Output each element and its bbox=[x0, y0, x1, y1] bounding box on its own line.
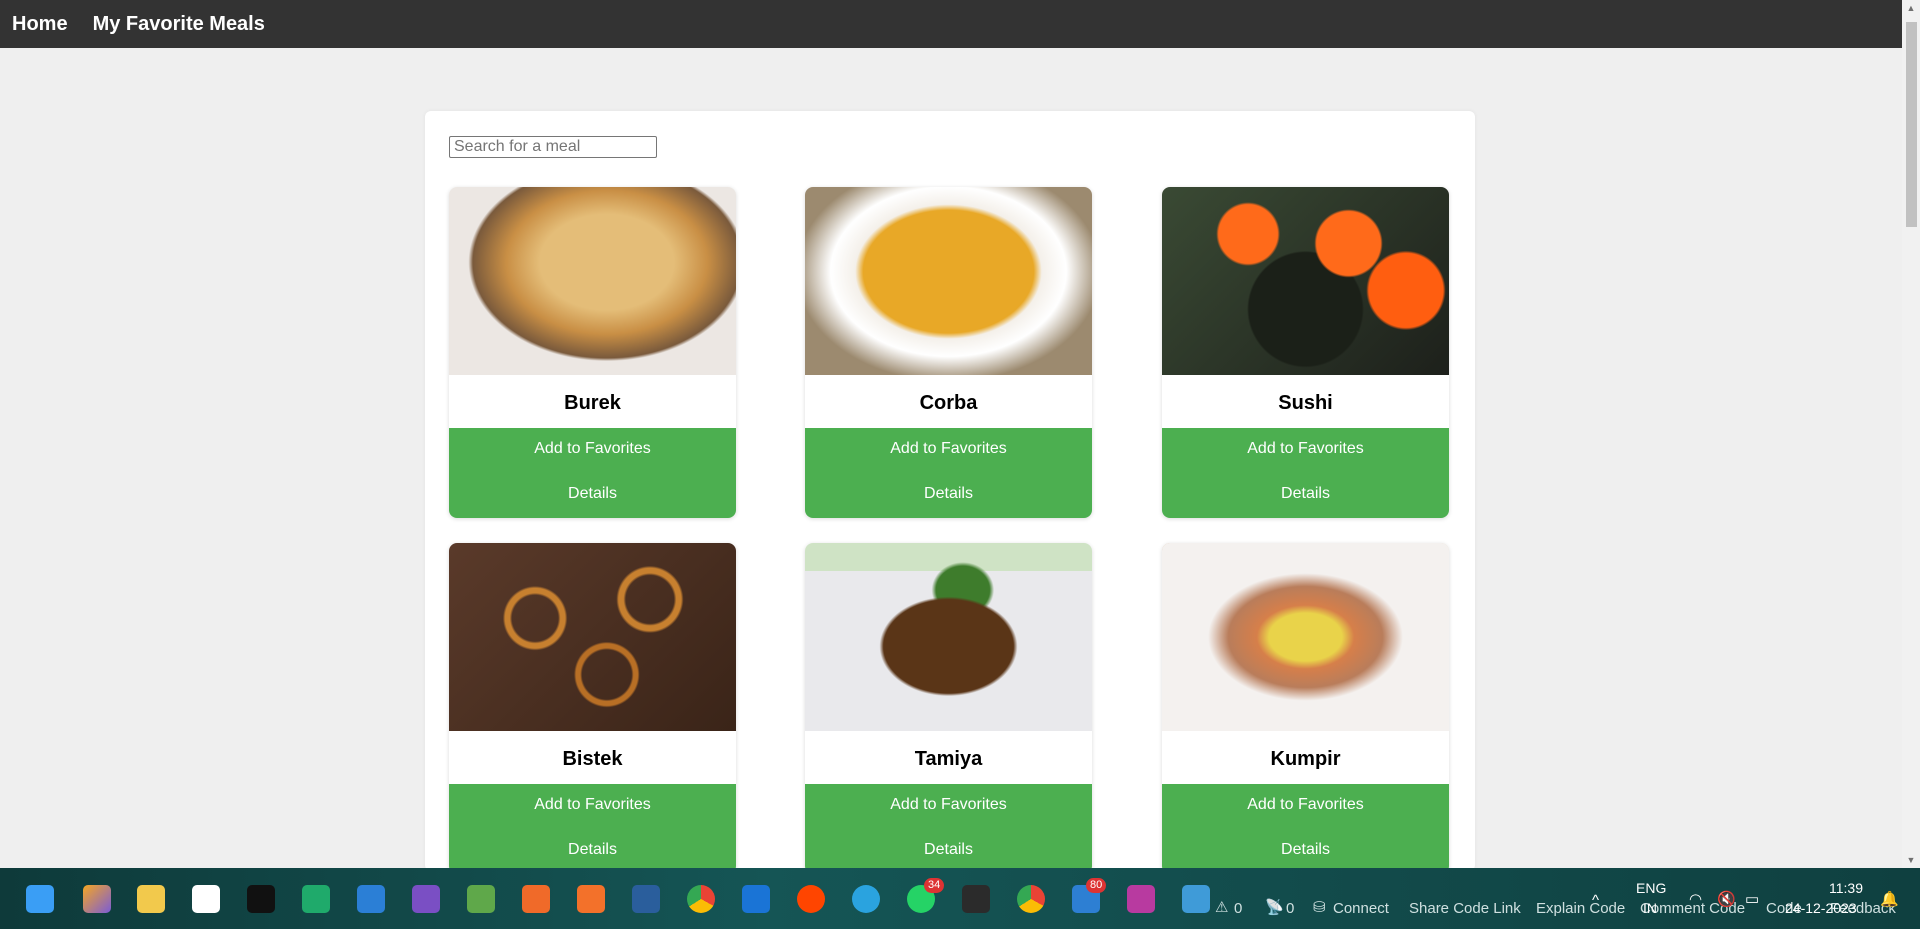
meal-image bbox=[805, 543, 1092, 731]
meal-title: Corba bbox=[919, 392, 978, 414]
microsoft-store-icon[interactable] bbox=[192, 885, 220, 913]
meal-card: Corba Add to Favorites Details bbox=[805, 187, 1092, 518]
outlook-icon[interactable] bbox=[742, 885, 770, 913]
vscode-insiders-icon[interactable] bbox=[302, 885, 330, 913]
windows-start-icon[interactable] bbox=[26, 885, 54, 913]
database-icon: ⛁ bbox=[1313, 899, 1326, 916]
os-taskbar: 34 80 ⚠ 0 📡 0 ⛁ Connect Share Code Link … bbox=[0, 868, 1920, 929]
add-to-favorites-button[interactable]: Add to Favorites bbox=[1162, 428, 1449, 473]
meal-image bbox=[449, 543, 736, 731]
page-scrollbar[interactable]: ▲ ▼ bbox=[1902, 0, 1920, 868]
intellij-icon[interactable] bbox=[247, 885, 275, 913]
meal-card: Bistek Add to Favorites Details bbox=[449, 543, 736, 874]
nav-home-link[interactable]: Home bbox=[12, 13, 68, 36]
wps-office-icon[interactable] bbox=[1127, 885, 1155, 913]
whatsapp-badge: 34 bbox=[924, 878, 945, 893]
speaker-muted-icon[interactable]: 🔇 bbox=[1717, 890, 1736, 908]
reddit-icon[interactable] bbox=[797, 885, 825, 913]
region-indicator[interactable]: IN bbox=[1643, 900, 1657, 916]
warning-icon: ⚠ bbox=[1215, 899, 1229, 916]
add-to-favorites-button[interactable]: Add to Favorites bbox=[805, 428, 1092, 473]
clock-date[interactable]: 24-12-2023 bbox=[1785, 900, 1857, 916]
meal-image bbox=[805, 187, 1092, 375]
meal-image bbox=[1162, 543, 1449, 731]
language-indicator[interactable]: ENG bbox=[1636, 880, 1666, 896]
share-code-link[interactable]: Share Code Link bbox=[1409, 900, 1521, 917]
meal-title: Tamiya bbox=[914, 748, 983, 770]
terminal-icon[interactable] bbox=[962, 885, 990, 913]
chevron-up-icon[interactable]: ^ bbox=[1592, 892, 1599, 909]
battery-icon[interactable]: ▭ bbox=[1745, 890, 1759, 908]
notification-bell-icon[interactable]: 🔔 bbox=[1880, 890, 1899, 908]
add-to-favorites-button[interactable]: Add to Favorites bbox=[449, 428, 736, 473]
mysql-workbench-icon[interactable] bbox=[632, 885, 660, 913]
add-to-favorites-button[interactable]: Add to Favorites bbox=[1162, 784, 1449, 829]
wifi-icon[interactable]: ◠ bbox=[1689, 890, 1702, 908]
meal-card: Burek Add to Favorites Details bbox=[449, 187, 736, 518]
vscode-icon[interactable] bbox=[357, 885, 385, 913]
problems-count: 0 bbox=[1234, 900, 1243, 917]
ports-count: 0 bbox=[1286, 900, 1295, 917]
connect-status[interactable]: Connect bbox=[1333, 900, 1389, 917]
meal-image bbox=[1162, 187, 1449, 375]
scroll-thumb[interactable] bbox=[1906, 22, 1917, 227]
scroll-down-arrow-icon[interactable]: ▼ bbox=[1902, 852, 1920, 868]
telegram-icon[interactable] bbox=[852, 885, 880, 913]
copilot-icon[interactable] bbox=[83, 885, 111, 913]
meal-card: Tamiya Add to Favorites Details bbox=[805, 543, 1092, 874]
meal-title: Sushi bbox=[1278, 392, 1333, 414]
broadcast-icon: 📡 bbox=[1265, 899, 1284, 916]
meal-search-input[interactable] bbox=[449, 136, 657, 158]
meal-image bbox=[449, 187, 736, 375]
add-to-favorites-button[interactable]: Add to Favorites bbox=[449, 784, 736, 829]
meals-container: Burek Add to Favorites Details Corba Add… bbox=[425, 111, 1475, 874]
task-app-badge: 80 bbox=[1086, 878, 1107, 893]
details-button[interactable]: Details bbox=[1162, 473, 1449, 518]
details-button[interactable]: Details bbox=[449, 473, 736, 518]
nav-favorites-link[interactable]: My Favorite Meals bbox=[93, 13, 265, 36]
meal-title: Kumpir bbox=[1270, 748, 1341, 770]
details-button[interactable]: Details bbox=[805, 473, 1092, 518]
file-explorer-icon[interactable] bbox=[137, 885, 165, 913]
chrome-icon[interactable] bbox=[687, 885, 715, 913]
meal-card: Kumpir Add to Favorites Details bbox=[1162, 543, 1449, 874]
explain-code-link[interactable]: Explain Code bbox=[1536, 900, 1625, 917]
git-icon[interactable] bbox=[467, 885, 495, 913]
scroll-up-arrow-icon[interactable]: ▲ bbox=[1902, 0, 1920, 16]
meal-card: Sushi Add to Favorites Details bbox=[1162, 187, 1449, 518]
notepad-icon[interactable] bbox=[1182, 885, 1210, 913]
postman-icon[interactable] bbox=[522, 885, 550, 913]
chrome-profile-icon[interactable] bbox=[1017, 885, 1045, 913]
xampp-icon[interactable] bbox=[577, 885, 605, 913]
clock-time[interactable]: 11:39 bbox=[1829, 880, 1863, 896]
add-to-favorites-button[interactable]: Add to Favorites bbox=[805, 784, 1092, 829]
meal-title: Bistek bbox=[562, 748, 623, 770]
visual-studio-icon[interactable] bbox=[412, 885, 440, 913]
meal-title: Burek bbox=[564, 392, 621, 414]
top-navbar: Home My Favorite Meals bbox=[0, 0, 1902, 48]
